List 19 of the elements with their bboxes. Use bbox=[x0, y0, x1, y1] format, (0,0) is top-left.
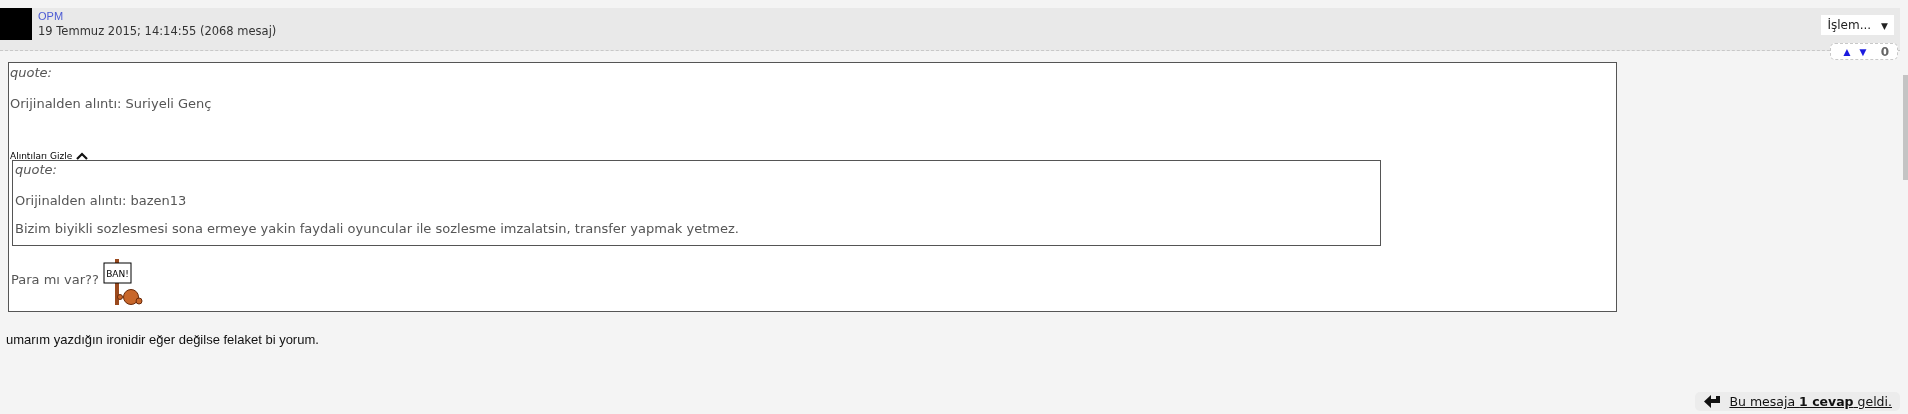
quote-label: quote: bbox=[15, 161, 58, 179]
vote-score: 0 bbox=[1880, 44, 1889, 59]
avatar[interactable] bbox=[0, 8, 32, 40]
post-body: umarım yazdığın ironidir eğer değilse felaket bi yorum. bbox=[6, 332, 320, 347]
post-meta: 19 Temmuz 2015; 14:14:55 (2068 mesaj) bbox=[38, 23, 277, 39]
quote-text: Para mı var?? bbox=[11, 272, 99, 287]
reply-arrow-icon bbox=[1703, 394, 1722, 409]
chevron-up-icon bbox=[76, 152, 89, 160]
quote-source: Orijinalden alıntı: bazen13 bbox=[15, 192, 188, 210]
scrollbar-thumb[interactable] bbox=[1903, 75, 1908, 180]
quote-label: quote: bbox=[10, 64, 53, 82]
quote-source: Orijinalden alıntı: Suriyeli Genç bbox=[10, 95, 213, 113]
upvote-button[interactable]: ▲ bbox=[1839, 44, 1855, 59]
author-link[interactable]: OPM bbox=[38, 9, 277, 23]
downvote-button[interactable]: ▼ bbox=[1854, 44, 1871, 59]
ban-sign-emoticon: BAN! bbox=[102, 259, 145, 305]
actions-dropdown[interactable]: İşlem... ▼ bbox=[1821, 15, 1894, 35]
quote-text: Bizim biyikli sozlesmesi sona ermeye yakin faydali oyuncular ile sozlesme imzalatsin, transfer yapmak yetmez. bbox=[15, 220, 740, 238]
hide-quotes-toggle[interactable]: Alıntıları Gizle bbox=[10, 151, 89, 161]
